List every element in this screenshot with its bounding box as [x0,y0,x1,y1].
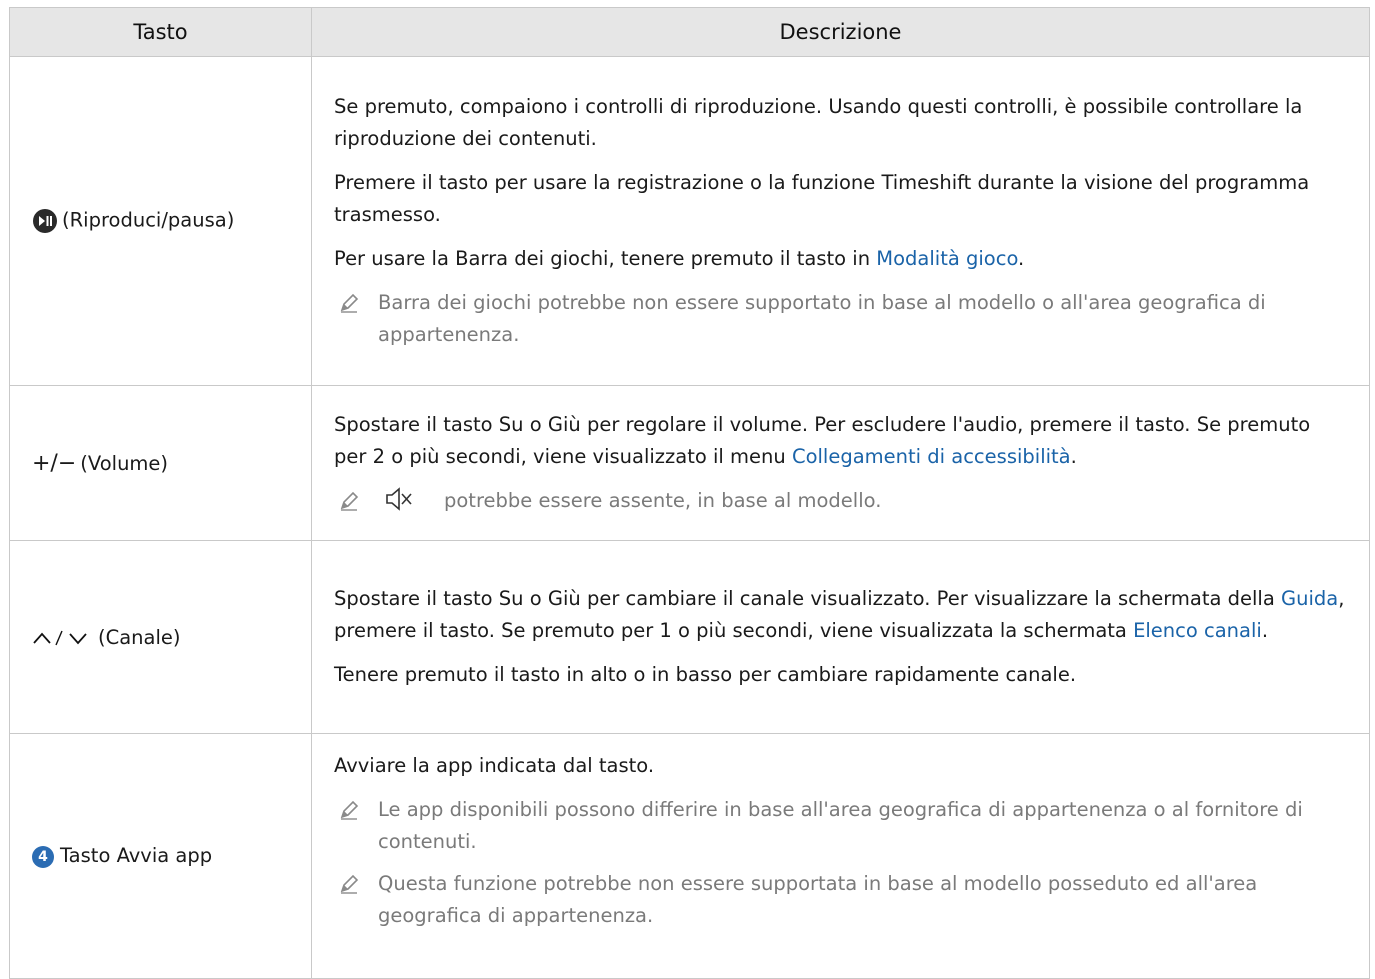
note-text: Questa funzione potrebbe non essere supp… [378,872,1258,927]
description-text: Tenere premuto il tasto in alto o in bas… [334,663,1077,686]
note-text: Le app disponibili possono differire in … [378,798,1303,853]
number-4-badge-icon: 4 [32,845,54,868]
link-game-mode[interactable]: Modalità gioco [876,247,1018,270]
table-row: (Riproduci/pausa) Se premuto, compaiono … [9,56,1370,386]
table-row: +/− (Volume) Spostare il tasto Su o Giù p… [9,385,1370,541]
note: potrebbe essere assente, in base al mode… [334,485,1347,517]
note: Questa funzione potrebbe non essere supp… [334,868,1347,932]
description-cell: Spostare il tasto Su o Giù per cambiare … [311,540,1370,734]
note-text: potrebbe essere assente, in base al mode… [444,489,882,512]
key-label: Tasto Avvia app [60,844,213,868]
description-cell: Avviare la app indicata dal tasto. Le ap… [311,733,1370,979]
note-text: Barra dei giochi potrebbe non essere sup… [378,291,1266,346]
link-channel-list[interactable]: Elenco canali [1133,619,1262,642]
play-pause-icon [33,209,57,233]
description-text: Premere il tasto per usare la registrazi… [334,171,1310,226]
note: Le app disponibili possono differire in … [334,794,1347,858]
pencil-note-icon [340,293,359,313]
link-guide[interactable]: Guida [1281,587,1338,610]
description-cell: Se premuto, compaiono i controlli di rip… [311,56,1370,386]
pencil-note-icon [340,874,359,894]
description-text: Se premuto, compaiono i controlli di rip… [334,95,1303,150]
mute-icon [386,487,412,511]
description-text: Per usare la Barra dei giochi, tenere pr… [334,247,1025,270]
plus-minus-icon: +/− [32,450,77,476]
link-accessibility-shortcuts[interactable]: Collegamenti di accessibilità [792,445,1071,468]
pencil-note-icon [340,491,359,511]
description-cell: Spostare il tasto Su o Giù per regolare … [311,385,1370,541]
key-cell-app-launch: 4 Tasto Avvia app [9,733,312,979]
description-text: Avviare la app indicata dal tasto. [334,754,655,777]
pencil-note-icon [340,800,359,820]
chevron-up-down-icon [33,630,87,646]
key-label: (Volume) [80,451,169,475]
description-text: Spostare il tasto Su o Giù per cambiare … [334,587,1345,642]
remote-keys-table: Tasto Descrizione (Riproduci/pausa) Se p… [9,7,1370,979]
key-cell-volume: +/− (Volume) [9,385,312,541]
note: Barra dei giochi potrebbe non essere sup… [334,287,1347,351]
key-label: (Canale) [98,625,181,649]
key-cell-play-pause: (Riproduci/pausa) [9,56,312,386]
table-header-row: Tasto Descrizione [9,7,1370,57]
column-header-key: Tasto [9,7,312,57]
key-label: (Riproduci/pausa) [62,208,235,232]
table-row: (Canale) Spostare il tasto Su o Giù per … [9,540,1370,734]
key-cell-channel: (Canale) [9,540,312,734]
column-header-description: Descrizione [311,7,1370,57]
table-row: 4 Tasto Avvia app Avviare la app indicata… [9,733,1370,979]
description-text: Spostare il tasto Su o Giù per regolare … [334,413,1311,468]
